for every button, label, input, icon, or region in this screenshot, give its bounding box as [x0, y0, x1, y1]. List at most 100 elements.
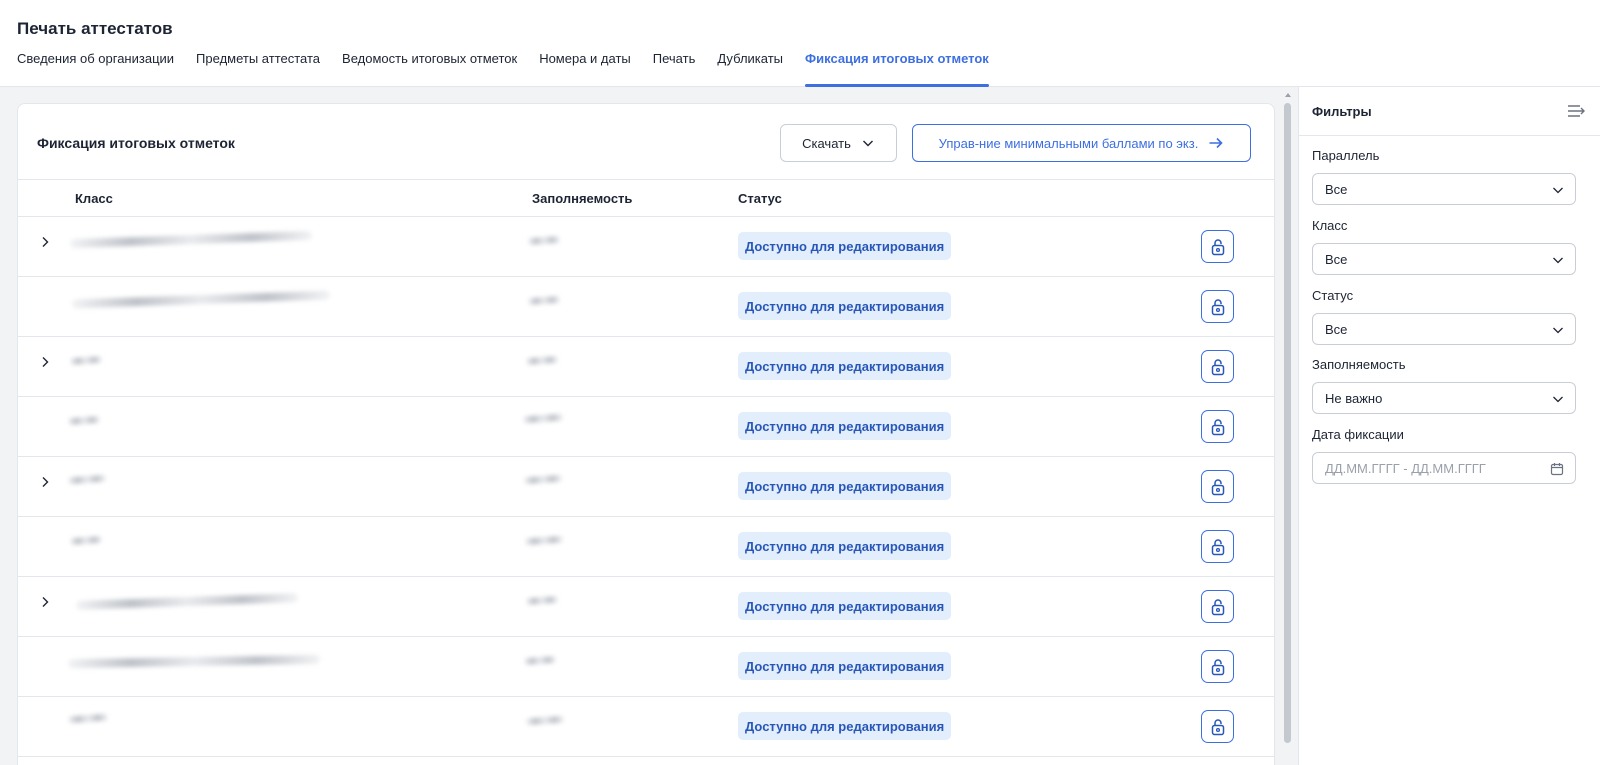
- chevron-down-icon: [1553, 396, 1563, 403]
- parallel-filter-select[interactable]: Все: [1312, 173, 1576, 205]
- status-badge: Доступно для редактирования: [738, 592, 952, 620]
- redacted-class-name: [75, 593, 299, 610]
- top-bar: Печать аттестатов Сведения об организаци…: [0, 0, 1600, 87]
- table-body: Доступно для редактирования Доступно для…: [18, 217, 1274, 757]
- redacted-class-name: [67, 713, 109, 724]
- tab-final-grades-sheet[interactable]: Ведомость итоговых отметок: [342, 50, 517, 87]
- lock-button[interactable]: [1201, 230, 1234, 263]
- table-row[interactable]: Доступно для редактирования: [18, 217, 1274, 277]
- unlock-icon: [1211, 598, 1224, 615]
- redacted-fill-value: [525, 715, 565, 726]
- status-badge: Доступно для редактирования: [738, 352, 952, 380]
- main-card: Фиксация итоговых отметок Скачать Управ-…: [17, 103, 1275, 765]
- tab-bar: Сведения об организации Предметы аттеста…: [17, 50, 1011, 87]
- redacted-class-name: [67, 474, 107, 485]
- status-filter-value: Все: [1325, 321, 1348, 337]
- lock-button[interactable]: [1201, 470, 1234, 503]
- arrow-right-icon: [1209, 137, 1223, 149]
- table-header: Класс Заполняемость Статус: [18, 179, 1274, 217]
- tab-numbers-dates[interactable]: Номера и даты: [539, 50, 631, 87]
- calendar-icon[interactable]: [1550, 462, 1564, 476]
- filters-title: Фильтры: [1312, 104, 1372, 119]
- collapse-panel-icon[interactable]: [1567, 103, 1587, 119]
- table-row[interactable]: Доступно для редактирования: [18, 637, 1274, 697]
- date-range-input[interactable]: ДД.ММ.ГГГГ - ДД.ММ.ГГГГ: [1312, 452, 1576, 484]
- tab-fix-final-grades[interactable]: Фиксация итоговых отметок: [805, 50, 989, 87]
- tab-certificate-subjects[interactable]: Предметы аттестата: [196, 50, 320, 87]
- lock-button[interactable]: [1201, 650, 1234, 683]
- expand-chevron-icon[interactable]: [37, 234, 53, 250]
- chevron-down-icon: [1553, 327, 1563, 334]
- status-filter-select[interactable]: Все: [1312, 313, 1576, 345]
- table-row[interactable]: Доступно для редактирования: [18, 517, 1274, 577]
- download-button-label: Скачать: [802, 135, 851, 151]
- table-row[interactable]: Доступно для редактирования: [18, 697, 1274, 757]
- manage-min-scores-label: Управ-ние минимальными баллами по экз.: [938, 135, 1199, 151]
- unlock-icon: [1211, 358, 1224, 375]
- redacted-fill-value: [522, 413, 564, 424]
- redacted-fill-value: [524, 535, 564, 546]
- column-header-status: Статус: [738, 191, 782, 206]
- unlock-icon: [1211, 538, 1224, 555]
- expand-chevron-icon[interactable]: [37, 474, 53, 490]
- redacted-fill-value: [523, 655, 557, 666]
- redacted-fill-value: [527, 235, 561, 246]
- scroll-up-arrow-icon[interactable]: [1285, 93, 1291, 97]
- status-badge: Доступно для редактирования: [738, 232, 952, 260]
- unlock-icon: [1211, 418, 1224, 435]
- table-row[interactable]: Доступно для редактирования: [18, 337, 1274, 397]
- redacted-class-name: [67, 654, 321, 669]
- expand-chevron-icon[interactable]: [37, 594, 53, 610]
- column-header-class: Класс: [75, 191, 113, 206]
- redacted-class-name: [71, 290, 331, 309]
- lock-button[interactable]: [1201, 410, 1234, 443]
- unlock-icon: [1211, 238, 1224, 255]
- lock-button[interactable]: [1201, 290, 1234, 323]
- chevron-down-icon: [862, 140, 873, 147]
- fill-filter-label: Заполняемость: [1312, 357, 1406, 372]
- status-badge: Доступно для редактирования: [738, 292, 952, 320]
- status-badge: Доступно для редактирования: [738, 532, 952, 560]
- table-row[interactable]: Доступно для редактирования: [18, 457, 1274, 517]
- redacted-class-name: [69, 230, 313, 249]
- column-header-fill: Заполняемость: [532, 191, 633, 206]
- table-row[interactable]: Доступно для редактирования: [18, 577, 1274, 637]
- date-range-placeholder: ДД.ММ.ГГГГ - ДД.ММ.ГГГГ: [1325, 460, 1486, 476]
- class-filter-value: Все: [1325, 251, 1348, 267]
- unlock-icon: [1211, 718, 1224, 735]
- tab-organization-info[interactable]: Сведения об организации: [17, 50, 174, 87]
- redacted-class-name: [67, 415, 101, 426]
- tab-print[interactable]: Печать: [653, 50, 696, 87]
- fill-filter-value: Не важно: [1325, 390, 1383, 406]
- card-title: Фиксация итоговых отметок: [37, 135, 235, 151]
- lock-button[interactable]: [1201, 530, 1234, 563]
- lock-button[interactable]: [1201, 350, 1234, 383]
- redacted-fill-value: [525, 595, 559, 606]
- tab-duplicates[interactable]: Дубликаты: [717, 50, 783, 87]
- status-badge: Доступно для редактирования: [738, 412, 952, 440]
- class-filter-label: Класс: [1312, 218, 1348, 233]
- status-badge: Доступно для редактирования: [738, 652, 952, 680]
- scrollbar-thumb[interactable]: [1284, 103, 1291, 743]
- redacted-fill-value: [525, 355, 559, 366]
- table-row[interactable]: Доступно для редактирования: [18, 397, 1274, 457]
- expand-chevron-icon[interactable]: [37, 354, 53, 370]
- manage-min-scores-button[interactable]: Управ-ние минимальными баллами по экз.: [912, 124, 1251, 162]
- unlock-icon: [1211, 658, 1224, 675]
- class-filter-select[interactable]: Все: [1312, 243, 1576, 275]
- parallel-filter-value: Все: [1325, 181, 1348, 197]
- status-badge: Доступно для редактирования: [738, 472, 952, 500]
- redacted-class-name: [69, 355, 103, 366]
- page-title: Печать аттестатов: [17, 19, 173, 38]
- download-button[interactable]: Скачать: [780, 124, 897, 162]
- fill-filter-select[interactable]: Не важно: [1312, 382, 1576, 414]
- redacted-fill-value: [527, 295, 561, 306]
- filters-sidebar: Фильтры Параллель Все Класс Все Статус В…: [1298, 87, 1600, 765]
- lock-button[interactable]: [1201, 710, 1234, 743]
- status-filter-label: Статус: [1312, 288, 1354, 303]
- unlock-icon: [1211, 298, 1224, 315]
- redacted-fill-value: [523, 474, 563, 485]
- lock-button[interactable]: [1201, 590, 1234, 623]
- table-row[interactable]: Доступно для редактирования: [18, 277, 1274, 337]
- redacted-class-name: [69, 535, 103, 546]
